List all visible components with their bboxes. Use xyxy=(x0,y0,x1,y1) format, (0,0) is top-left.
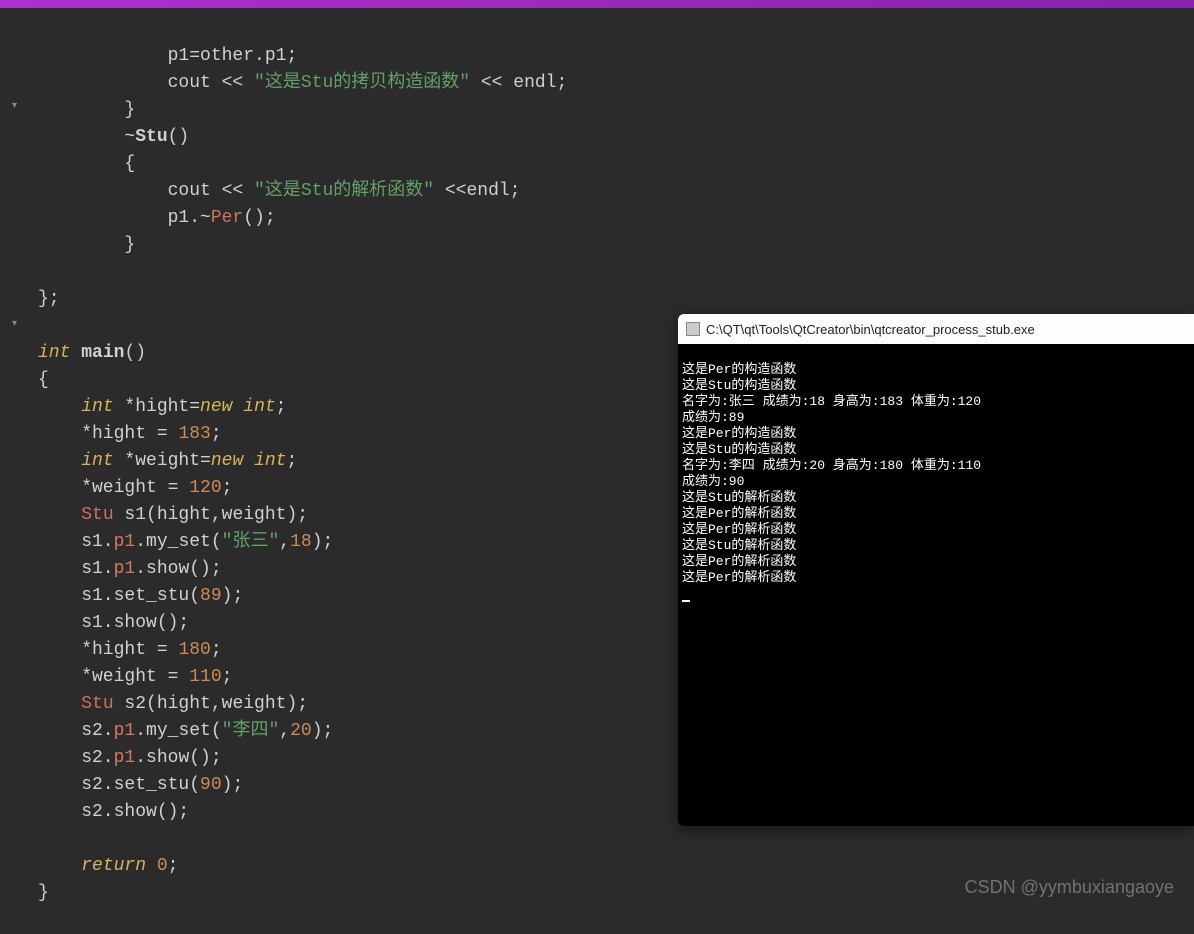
console-line: 这是Stu的解析函数 xyxy=(682,490,796,505)
watermark-text: CSDN @yymbuxiangaoye xyxy=(965,877,1174,898)
code-line: s1.show(); xyxy=(38,613,189,633)
console-line: 这是Per的解析函数 xyxy=(682,522,796,537)
code-line: ~Stu() xyxy=(38,127,189,147)
console-line: 这是Stu的解析函数 xyxy=(682,538,796,553)
code-line: int main() xyxy=(38,343,146,363)
console-title-text: C:\QT\qt\Tools\QtCreator\bin\qtcreator_p… xyxy=(706,322,1035,337)
code-content[interactable]: p1=other.p1; cout << "这是Stu的拷贝构造函数" << e… xyxy=(38,16,567,934)
console-line: 这是Per的构造函数 xyxy=(682,362,796,377)
code-line: *weight = 120; xyxy=(38,478,232,498)
code-line: s2.show(); xyxy=(38,802,189,822)
code-line: } xyxy=(38,235,135,255)
fold-icon[interactable]: ▾ xyxy=(12,100,17,112)
code-line: }; xyxy=(38,289,60,309)
console-line: 名字为:张三 成绩为:18 身高为:183 体重为:120 xyxy=(682,394,981,409)
code-line: *hight = 180; xyxy=(38,640,222,660)
console-line: 成绩为:90 xyxy=(682,474,744,489)
console-line: 这是Per的解析函数 xyxy=(682,554,796,569)
console-line: 这是Stu的构造函数 xyxy=(682,378,796,393)
code-line: s2.p1.show(); xyxy=(38,748,222,768)
code-line: p1=other.p1; xyxy=(38,46,297,66)
code-line: Stu s1(hight,weight); xyxy=(38,505,308,525)
code-line: s1.p1.show(); xyxy=(38,559,222,579)
console-cursor xyxy=(682,600,690,602)
console-output: 这是Per的构造函数 这是Stu的构造函数 名字为:张三 成绩为:18 身高为:… xyxy=(678,344,1194,620)
code-line: *hight = 183; xyxy=(38,424,222,444)
code-line: s1.set_stu(89); xyxy=(38,586,243,606)
code-line: int *weight=new int; xyxy=(38,451,297,471)
code-line: s2.set_stu(90); xyxy=(38,775,243,795)
code-line: { xyxy=(38,370,49,390)
fold-icon[interactable]: ▾ xyxy=(12,318,17,330)
code-line: } xyxy=(38,100,135,120)
console-line: 名字为:李四 成绩为:20 身高为:180 体重为:110 xyxy=(682,458,981,473)
code-line: cout << "这是Stu的拷贝构造函数" << endl; xyxy=(38,73,567,93)
console-titlebar[interactable]: C:\QT\qt\Tools\QtCreator\bin\qtcreator_p… xyxy=(678,314,1194,344)
code-line: cout << "这是Stu的解析函数" <<endl; xyxy=(38,181,520,201)
console-line: 这是Per的构造函数 xyxy=(682,426,796,441)
code-line: { xyxy=(38,154,135,174)
console-line: 这是Per的解析函数 xyxy=(682,506,796,521)
console-line: 这是Stu的构造函数 xyxy=(682,442,796,457)
code-line: s2.p1.my_set("李四",20); xyxy=(38,721,333,741)
console-window[interactable]: C:\QT\qt\Tools\QtCreator\bin\qtcreator_p… xyxy=(678,314,1194,826)
console-line: 这是Per的解析函数 xyxy=(682,570,796,585)
code-line: *weight = 110; xyxy=(38,667,232,687)
code-line: return 0; xyxy=(38,856,178,876)
code-line: Stu s2(hight,weight); xyxy=(38,694,308,714)
code-line: s1.p1.my_set("张三",18); xyxy=(38,532,333,552)
code-line: int *hight=new int; xyxy=(38,397,286,417)
console-icon xyxy=(686,322,700,336)
code-line: } xyxy=(38,883,49,903)
code-line: p1.~Per(); xyxy=(38,208,276,228)
editor-gutter: ▾ ▾ xyxy=(0,8,30,916)
console-line: 成绩为:89 xyxy=(682,410,744,425)
window-titlebar xyxy=(0,0,1194,8)
